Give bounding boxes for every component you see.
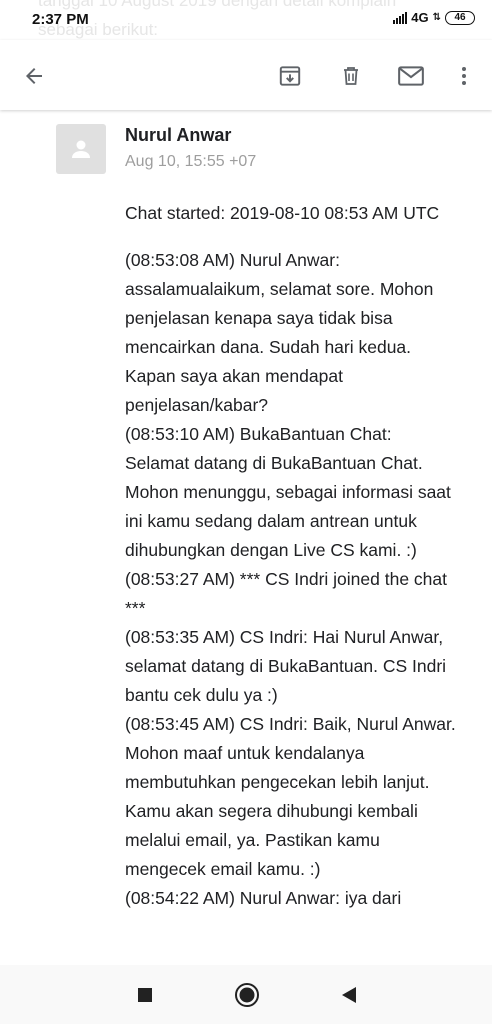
status-bar: 2:37 PM 4G ⇅ 46	[0, 0, 492, 40]
archive-button[interactable]	[274, 60, 306, 92]
body-line: (08:53:10 AM) BukaBantuan Chat: Selamat …	[125, 424, 451, 560]
avatar[interactable]	[56, 124, 106, 174]
message-view[interactable]: Nurul Anwar Aug 10, 15:55 +07 Chat start…	[0, 110, 492, 965]
data-arrows-icon: ⇅	[432, 12, 441, 23]
body-line: (08:53:27 AM) *** CS Indri joined the ch…	[125, 569, 447, 618]
arrow-left-icon	[26, 68, 42, 84]
back-button[interactable]	[18, 60, 50, 92]
message-date: Aug 10, 15:55 +07	[125, 153, 257, 170]
battery-level: 46	[445, 10, 475, 25]
status-indicators: 4G ⇅ 46	[393, 10, 475, 25]
square-icon	[138, 988, 152, 1002]
archive-icon	[279, 66, 301, 86]
signal-icon	[393, 11, 408, 24]
mark-unread-button[interactable]	[395, 60, 427, 92]
more-vert-icon	[462, 67, 466, 85]
more-options-button[interactable]	[448, 60, 480, 92]
delete-button[interactable]	[335, 60, 367, 92]
home-button[interactable]	[234, 982, 260, 1008]
triangle-back-icon	[342, 987, 356, 1003]
mail-toolbar	[0, 40, 492, 110]
sender-name[interactable]: Nurul Anwar	[125, 125, 231, 146]
body-line: Kapan saya akan mendapat penjelasan/kaba…	[125, 366, 343, 415]
recents-button[interactable]	[132, 982, 158, 1008]
body-line: (08:53:45 AM) CS Indri: Baik, Nurul Anwa…	[125, 714, 456, 879]
message-body: Chat started: 2019-08-10 08:53 AM UTC (0…	[125, 199, 460, 913]
nav-back-button[interactable]	[336, 982, 362, 1008]
mail-icon	[398, 66, 424, 86]
network-type: 4G	[411, 10, 429, 25]
trash-icon	[344, 67, 358, 85]
person-icon	[72, 140, 90, 158]
circle-icon	[235, 983, 259, 1007]
body-line: Chat started: 2019-08-10 08:53 AM UTC	[125, 203, 440, 223]
status-time: 2:37 PM	[32, 11, 89, 28]
body-line: (08:53:08 AM) Nurul Anwar: assalamualaik…	[125, 250, 434, 357]
body-line: (08:54:22 AM) Nurul Anwar: iya dari	[125, 888, 402, 908]
system-nav-bar	[0, 965, 492, 1024]
body-line: (08:53:35 AM) CS Indri: Hai Nurul Anwar,…	[125, 627, 447, 705]
